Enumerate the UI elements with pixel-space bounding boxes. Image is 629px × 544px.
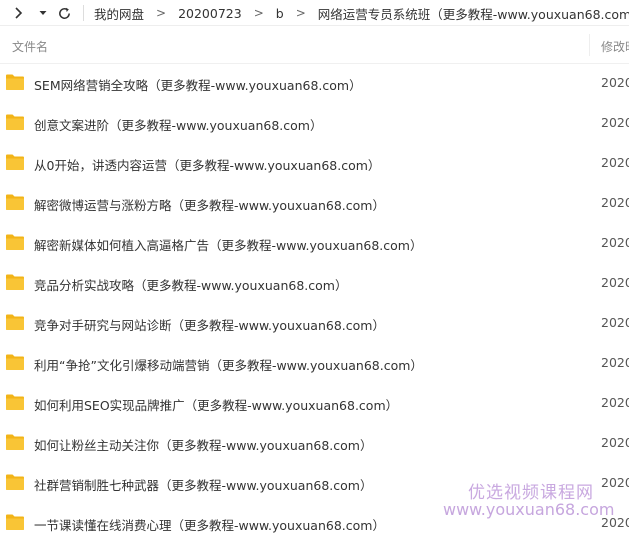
file-row[interactable]: 从0开始，讲透内容运营（更多教程-www.youxuan68.com） 2020 <box>0 144 629 184</box>
file-modified-date: 2020 <box>601 395 629 410</box>
file-modified-date: 2020 <box>601 315 629 330</box>
breadcrumb-item-root[interactable]: 我的网盘 <box>94 4 144 23</box>
file-name[interactable]: 创意文案进阶（更多教程-www.youxuan68.com） <box>34 115 322 134</box>
column-divider[interactable] <box>589 34 590 56</box>
breadcrumb-separator: > <box>295 6 306 20</box>
refresh-button[interactable] <box>54 3 74 23</box>
file-name[interactable]: 利用“争抢”文化引爆移动端营销（更多教程-www.youxuan68.com） <box>34 355 423 374</box>
folder-icon <box>6 114 24 130</box>
file-list-header: 文件名 修改时间 <box>0 26 629 64</box>
file-name[interactable]: 解密新媒体如何植入高逼格广告（更多教程-www.youxuan68.com） <box>34 235 422 254</box>
file-row[interactable]: 创意文案进阶（更多教程-www.youxuan68.com） 2020 <box>0 104 629 144</box>
breadcrumb-separator: > <box>156 6 167 20</box>
folder-icon <box>6 474 24 490</box>
folder-icon <box>6 314 24 330</box>
chevron-down-icon <box>39 11 47 15</box>
folder-icon <box>6 234 24 250</box>
file-modified-date: 2020 <box>601 235 629 250</box>
folder-icon <box>6 194 24 210</box>
file-name[interactable]: 社群营销制胜七种武器（更多教程-www.youxuan68.com） <box>34 475 372 494</box>
watermark-url: www.youxuan68.com <box>443 500 615 519</box>
file-name[interactable]: 竞争对手研究与网站诊断（更多教程-www.youxuan68.com） <box>34 315 385 334</box>
folder-icon <box>6 434 24 450</box>
file-name[interactable]: SEM网络营销全攻略（更多教程-www.youxuan68.com） <box>34 75 362 94</box>
file-modified-date: 2020 <box>601 195 629 210</box>
folder-icon <box>6 274 24 290</box>
column-header-name[interactable]: 文件名 <box>12 38 48 55</box>
folder-icon <box>6 354 24 370</box>
file-name[interactable]: 如何让粉丝主动关注你（更多教程-www.youxuan68.com） <box>34 435 372 454</box>
breadcrumb-separator: > <box>253 6 264 20</box>
file-modified-date: 2020 <box>601 355 629 370</box>
file-name[interactable]: 一节课读懂在线消费心理（更多教程-www.youxuan68.com） <box>34 515 385 534</box>
file-row[interactable]: 利用“争抢”文化引爆移动端营销（更多教程-www.youxuan68.com） … <box>0 344 629 384</box>
file-row[interactable]: 如何让粉丝主动关注你（更多教程-www.youxuan68.com） 2020 <box>0 424 629 464</box>
breadcrumb-item-current[interactable]: 网络运营专员系统班（更多教程-www.youxuan68.com） <box>318 4 629 23</box>
file-row[interactable]: SEM网络营销全攻略（更多教程-www.youxuan68.com） 2020 <box>0 64 629 104</box>
folder-icon <box>6 514 24 530</box>
file-modified-date: 2020 <box>601 435 629 450</box>
file-modified-date: 2020 <box>601 475 629 490</box>
file-modified-date: 2020 <box>601 155 629 170</box>
file-name[interactable]: 竞品分析实战攻略（更多教程-www.youxuan68.com） <box>34 275 347 294</box>
history-dropdown-button[interactable] <box>35 3 51 23</box>
file-name[interactable]: 从0开始，讲透内容运营（更多教程-www.youxuan68.com） <box>34 155 380 174</box>
file-row[interactable]: 如何利用SEO实现品牌推广（更多教程-www.youxuan68.com） 20… <box>0 384 629 424</box>
breadcrumb-item-date[interactable]: 20200723 <box>178 6 242 21</box>
file-modified-date: 2020 <box>601 275 629 290</box>
file-row[interactable]: 竞争对手研究与网站诊断（更多教程-www.youxuan68.com） 2020 <box>0 304 629 344</box>
breadcrumb: 我的网盘 > 20200723 > b > 网络运营专员系统班（更多教程-www… <box>94 0 629 26</box>
file-name[interactable]: 如何利用SEO实现品牌推广（更多教程-www.youxuan68.com） <box>34 395 398 414</box>
file-modified-date: 2020 <box>601 75 629 90</box>
file-row[interactable]: 解密新媒体如何植入高逼格广告（更多教程-www.youxuan68.com） 2… <box>0 224 629 264</box>
toolbar-divider <box>83 5 84 21</box>
folder-icon <box>6 394 24 410</box>
file-name[interactable]: 解密微博运营与涨粉方略（更多教程-www.youxuan68.com） <box>34 195 385 214</box>
chevron-right-icon <box>15 7 23 19</box>
file-modified-date: 2020 <box>601 115 629 130</box>
file-row[interactable]: 竞品分析实战攻略（更多教程-www.youxuan68.com） 2020 <box>0 264 629 304</box>
refresh-icon <box>58 7 70 19</box>
column-header-modified[interactable]: 修改时间 <box>601 38 629 55</box>
file-row[interactable]: 解密微博运营与涨粉方略（更多教程-www.youxuan68.com） 2020 <box>0 184 629 224</box>
forward-button[interactable] <box>8 3 28 23</box>
toolbar: 我的网盘 > 20200723 > b > 网络运营专员系统班（更多教程-www… <box>0 0 629 26</box>
breadcrumb-item-b[interactable]: b <box>276 6 284 21</box>
file-list: SEM网络营销全攻略（更多教程-www.youxuan68.com） 2020 … <box>0 64 629 544</box>
folder-icon <box>6 154 24 170</box>
folder-icon <box>6 74 24 90</box>
